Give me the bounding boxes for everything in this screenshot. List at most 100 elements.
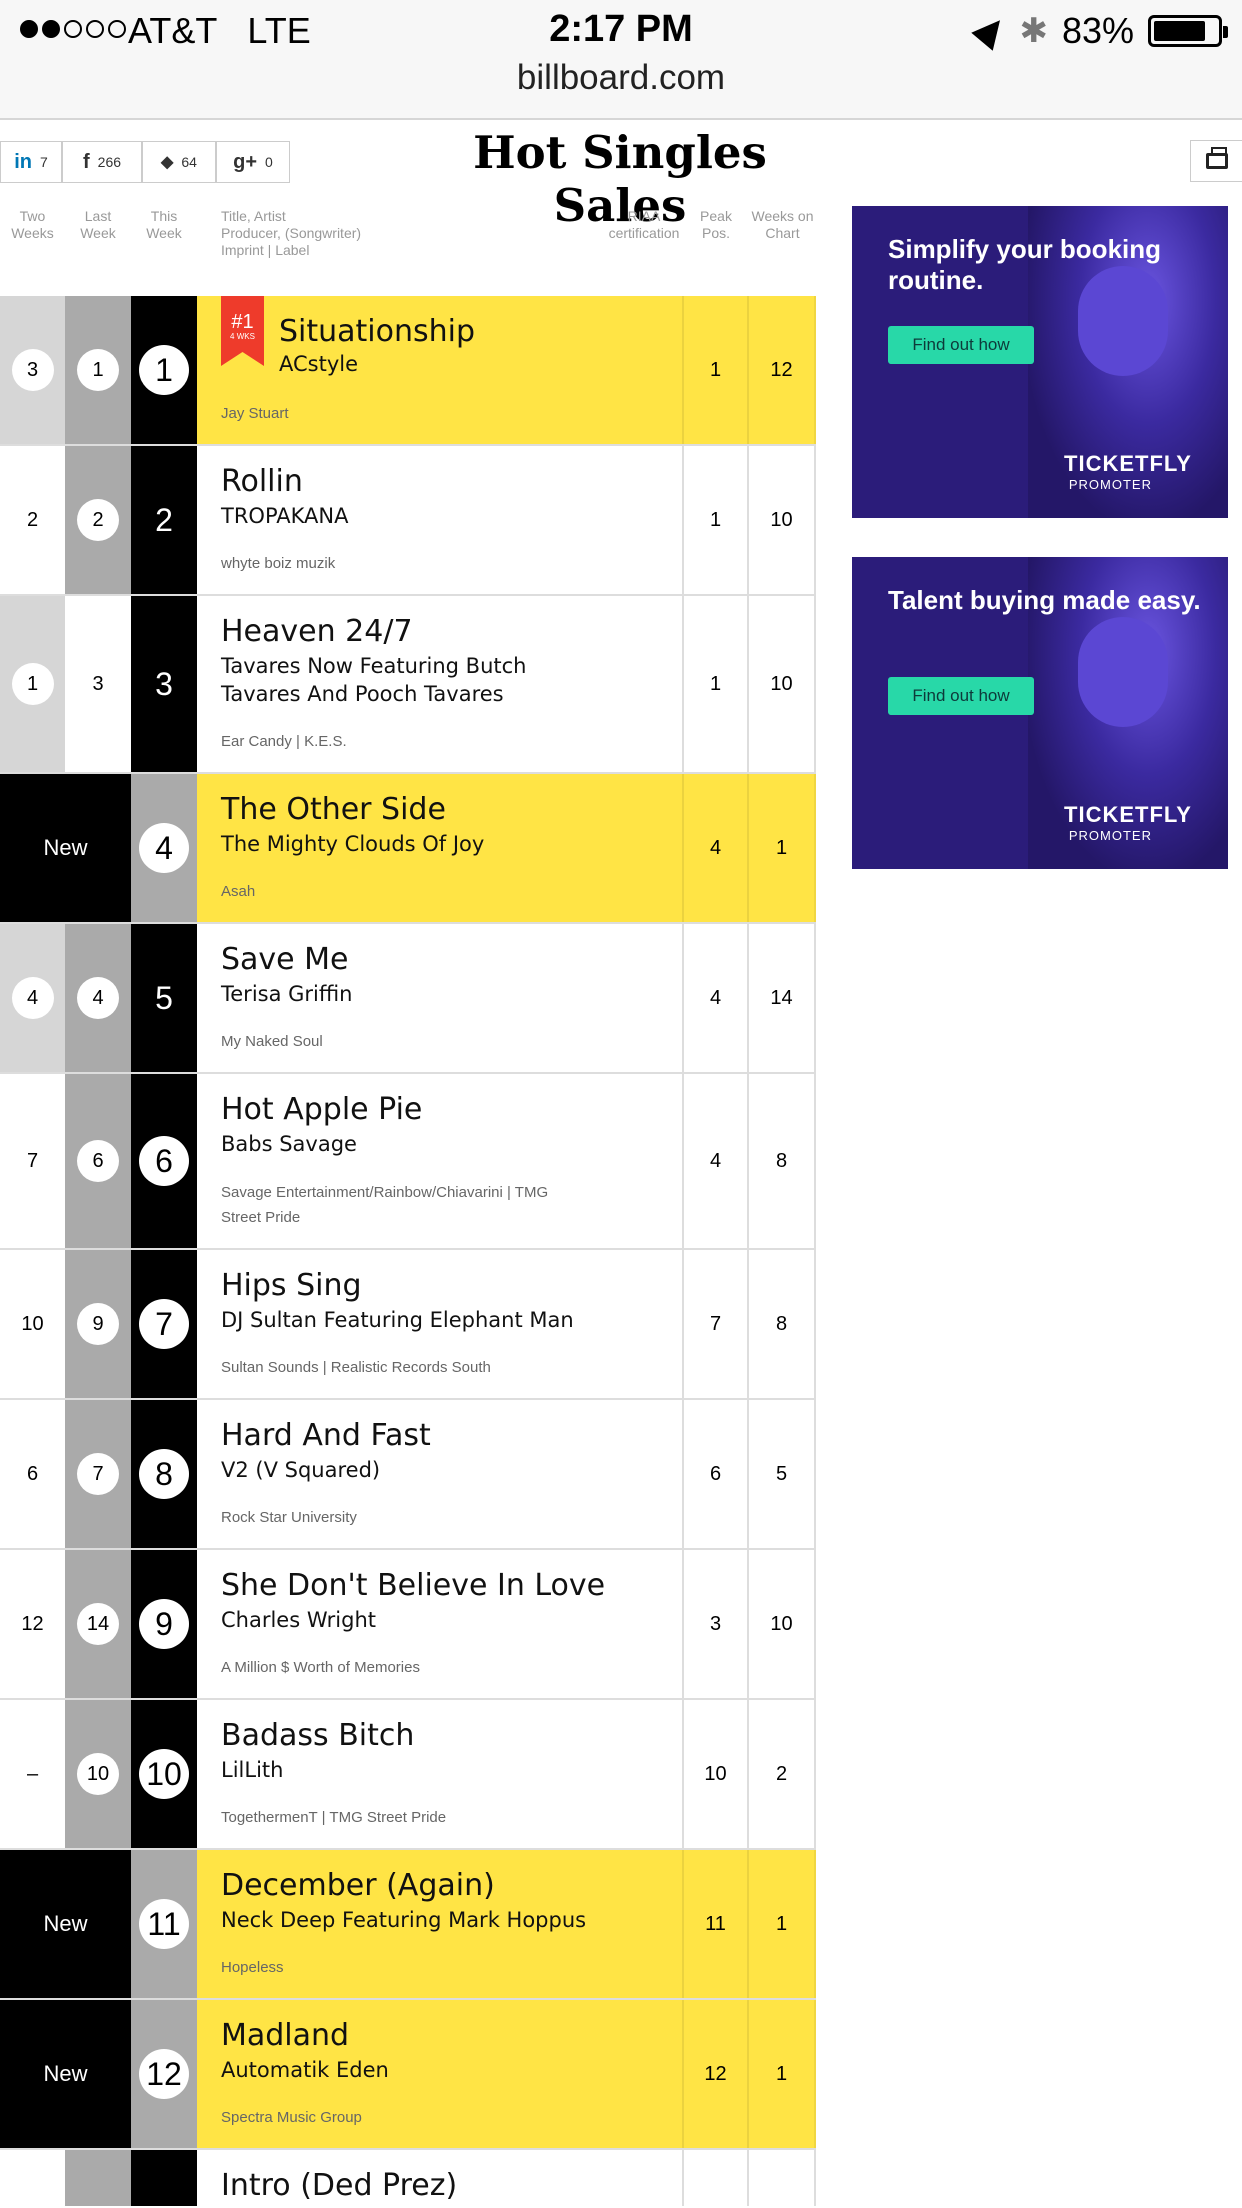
- song-title[interactable]: Madland: [221, 2018, 349, 2053]
- this-week-rank: 3: [155, 665, 173, 702]
- artist-name[interactable]: V2 (V Squared): [221, 1456, 651, 1484]
- this-week-rank: 6: [139, 1136, 189, 1186]
- label-name: Spectra Music Group: [221, 2109, 362, 2126]
- badge-weeks: 4 WKS: [230, 332, 255, 341]
- location-icon: [971, 11, 1012, 51]
- label-name: My Naked Soul: [221, 1033, 323, 1050]
- chart-list: 3 1 1 #1 4 WKS Situationship ACstyle Jay…: [0, 296, 816, 2206]
- weeks-on-chart: 8: [749, 1074, 816, 1248]
- linkedin-share-button[interactable]: in 7: [0, 141, 62, 183]
- ad-headline: Talent buying made easy.: [888, 585, 1201, 615]
- artist-name[interactable]: Neck Deep Featuring Mark Hoppus: [221, 1906, 651, 1934]
- two-weeks-rank: 3: [11, 349, 54, 391]
- song-title[interactable]: Situationship: [279, 314, 475, 349]
- this-week-rank: 2: [155, 501, 173, 538]
- this-week-rank: 4: [139, 823, 189, 873]
- peak-position: 1: [684, 296, 749, 444]
- song-title[interactable]: Hips Sing: [221, 1268, 362, 1303]
- artist-name[interactable]: ACstyle: [279, 350, 709, 378]
- facebook-count: 266: [97, 154, 122, 170]
- battery-icon: [1148, 15, 1228, 47]
- weeks-on-chart: 12: [749, 296, 816, 444]
- this-week-rank: 10: [139, 1749, 189, 1799]
- peak-position: 4: [684, 1074, 749, 1248]
- google-plus-share-button[interactable]: g+ 0: [216, 141, 290, 183]
- ad-brand-sub: PROMOTER: [1068, 828, 1152, 843]
- weeks-on-chart: 10: [749, 596, 816, 772]
- weeks-on-chart: 10: [749, 446, 816, 594]
- artist-name[interactable]: The Mighty Clouds Of Joy: [221, 830, 651, 858]
- chart-row[interactable]: 2 2 2 Rollin TROPAKANA whyte boiz muzik …: [0, 446, 816, 596]
- last-week-rank: 1: [77, 349, 119, 391]
- weeks-on-chart: 8: [749, 1250, 816, 1398]
- this-week-rank: 12: [139, 2049, 189, 2099]
- two-weeks-rank: –: [26, 1762, 39, 1785]
- ad-brand-name: TICKETFLY: [1064, 451, 1192, 476]
- printer-icon: [1205, 147, 1228, 169]
- chart-row[interactable]: 6 7 8 Hard And Fast V2 (V Squared) Rock …: [0, 1400, 816, 1550]
- artist-name[interactable]: Tavares Now Featuring Butch Tavares And …: [221, 652, 551, 708]
- song-title[interactable]: Hard And Fast: [221, 1418, 431, 1453]
- ad-cta-button[interactable]: Find out how: [888, 326, 1034, 364]
- song-title[interactable]: Intro (Ded Prez): [221, 2168, 457, 2203]
- song-title[interactable]: The Other Side: [221, 792, 446, 827]
- song-title[interactable]: She Don't Believe In Love: [221, 1568, 605, 1603]
- artist-name[interactable]: Terisa Griffin: [221, 980, 651, 1008]
- two-weeks-rank: 2: [26, 508, 39, 531]
- last-week-rank: 6: [77, 1140, 119, 1182]
- peak-position: 4: [684, 774, 749, 922]
- last-week-rank: 4: [77, 977, 119, 1019]
- facebook-share-button[interactable]: f 266: [62, 141, 142, 183]
- header-title: Title, Artist Producer, (Songwriter) Imp…: [221, 208, 421, 259]
- artist-name[interactable]: LilLith: [221, 1756, 651, 1784]
- twitter-share-button[interactable]: ◆ 64: [142, 141, 216, 183]
- this-week-rank: 1: [139, 345, 189, 395]
- ad-banner[interactable]: Simplify your booking routine. Find out …: [852, 206, 1228, 518]
- chart-row[interactable]: 1 3 3 Heaven 24/7 Tavares Now Featuring …: [0, 596, 816, 774]
- print-button[interactable]: [1190, 140, 1242, 182]
- chart-row[interactable]: New 12 Madland Automatik Eden Spectra Mu…: [0, 2000, 816, 2150]
- ad-banner[interactable]: Talent buying made easy. Find out how TI…: [852, 557, 1228, 869]
- this-week-rank: 8: [139, 1449, 189, 1499]
- header-label-line: Imprint | Label: [221, 242, 310, 258]
- status-bar: AT&T LTE 2:17 PM ✱ 83%: [0, 6, 1242, 56]
- weeks-on-chart: 14: [749, 924, 816, 1072]
- ad-cta-button[interactable]: Find out how: [888, 677, 1034, 715]
- chart-row[interactable]: 7 6 6 Hot Apple Pie Babs Savage Savage E…: [0, 1074, 816, 1250]
- two-weeks-rank: 6: [26, 1462, 39, 1485]
- chart-row[interactable]: New 4 The Other Side The Mighty Clouds O…: [0, 774, 816, 924]
- song-title[interactable]: Heaven 24/7: [221, 614, 413, 649]
- label-name: Savage Entertainment/Rainbow/Chiavarini …: [221, 1184, 549, 1226]
- chart-row[interactable]: 4 4 5 Save Me Terisa Griffin My Naked So…: [0, 924, 816, 1074]
- song-title[interactable]: Hot Apple Pie: [221, 1092, 422, 1127]
- header-last-week: Last Week: [80, 208, 116, 241]
- two-weeks-rank: 1: [11, 663, 54, 705]
- browser-chrome: AT&T LTE 2:17 PM ✱ 83% billboard.com: [0, 0, 1242, 120]
- weeks-on-chart: 1: [749, 2000, 816, 2148]
- chart-row[interactable]: 12 14 9 She Don't Believe In Love Charle…: [0, 1550, 816, 1700]
- chart-row[interactable]: Intro (Ded Prez): [0, 2150, 816, 2206]
- artist-name[interactable]: Charles Wright: [221, 1606, 651, 1634]
- artist-name[interactable]: DJ Sultan Featuring Elephant Man: [221, 1306, 651, 1334]
- artist-name[interactable]: TROPAKANA: [221, 502, 651, 530]
- artist-name[interactable]: Automatik Eden: [221, 2056, 651, 2084]
- chart-row[interactable]: 10 9 7 Hips Sing DJ Sultan Featuring Ele…: [0, 1250, 816, 1400]
- artist-name[interactable]: Babs Savage: [221, 1130, 651, 1158]
- facebook-icon: f: [82, 150, 90, 173]
- weeks-on-chart: 10: [749, 1550, 816, 1698]
- address-bar[interactable]: billboard.com: [0, 58, 1242, 98]
- linkedin-icon: in: [14, 150, 32, 173]
- last-week-rank: 2: [77, 499, 119, 541]
- label-name: Ear Candy | K.E.S.: [221, 733, 347, 750]
- peak-position: 12: [684, 2000, 749, 2148]
- song-title[interactable]: December (Again): [221, 1868, 495, 1903]
- song-title[interactable]: Rollin: [221, 464, 303, 499]
- ad-brand-sub: PROMOTER: [1068, 477, 1152, 492]
- song-title[interactable]: Badass Bitch: [221, 1718, 414, 1753]
- chart-row[interactable]: New 11 December (Again) Neck Deep Featur…: [0, 1850, 816, 2000]
- chart-row[interactable]: 3 1 1 #1 4 WKS Situationship ACstyle Jay…: [0, 296, 816, 446]
- label-name: Jay Stuart: [221, 405, 289, 422]
- ad-brand: TICKETFLY PROMOTER: [1064, 802, 1192, 843]
- chart-row[interactable]: – 10 10 Badass Bitch LilLith Togethermen…: [0, 1700, 816, 1850]
- song-title[interactable]: Save Me: [221, 942, 349, 977]
